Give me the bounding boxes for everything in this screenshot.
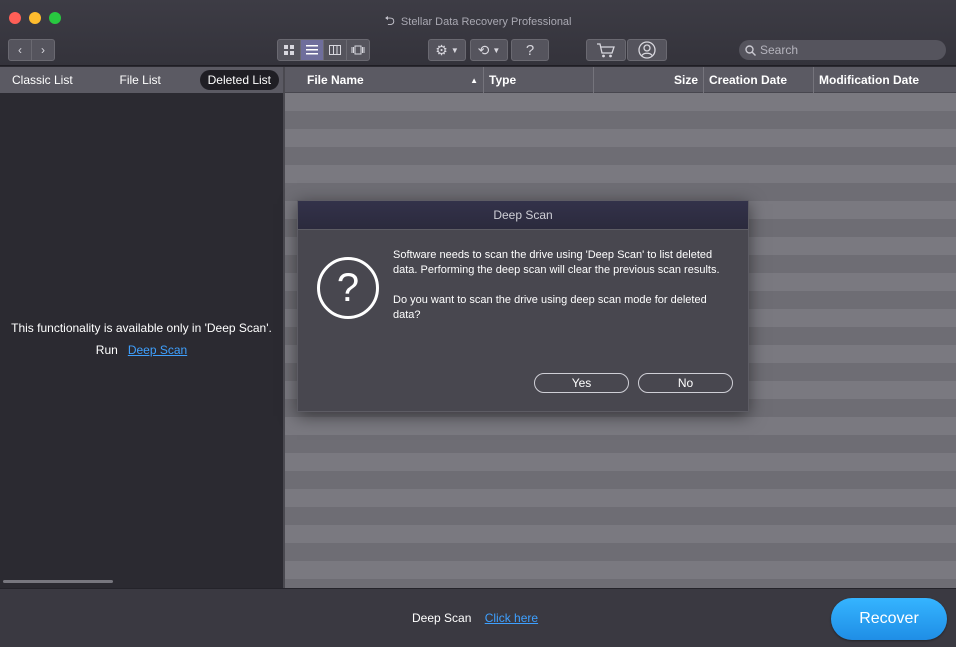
deep-scan-label: Deep Scan	[412, 611, 472, 625]
column-header-file-name[interactable]: File Name ▲	[285, 67, 484, 93]
search-box[interactable]	[739, 40, 946, 60]
title-bar: ⮌ Stellar Data Recovery Professional ‹ › …	[0, 0, 956, 66]
recover-button[interactable]: Recover	[831, 598, 947, 640]
tab-classic-list[interactable]: Classic List	[4, 70, 81, 90]
sort-ascending-icon: ▲	[470, 75, 478, 85]
table-row	[285, 435, 956, 453]
column-view-button[interactable]	[323, 39, 347, 61]
window-title: ⮌ Stellar Data Recovery Professional	[0, 12, 956, 34]
table-row	[285, 453, 956, 471]
icon-view-button[interactable]	[277, 39, 301, 61]
table-row	[285, 543, 956, 561]
table-row	[285, 507, 956, 525]
window-title-text: Stellar Data Recovery Professional	[400, 16, 572, 28]
table-row	[285, 183, 956, 201]
question-icon: ?	[317, 257, 379, 319]
dialog-title: Deep Scan	[298, 201, 748, 230]
run-line: Run Deep Scan	[0, 339, 283, 361]
search-icon	[745, 44, 756, 56]
history-icon: ⟲	[477, 41, 490, 58]
column-header-label: File Name	[307, 73, 364, 87]
help-icon: ?	[525, 41, 535, 59]
dialog-message: Software needs to scan the drive using '…	[393, 248, 733, 323]
deep-scan-prompt: Deep Scan Click here	[412, 611, 538, 625]
dropdown-caret-icon: ▼	[492, 45, 501, 55]
chevron-left-icon: ‹	[18, 43, 22, 57]
table-row	[285, 471, 956, 489]
run-label: Run	[95, 343, 118, 357]
history-button[interactable]: ⟲ ▼	[470, 39, 508, 61]
account-button[interactable]	[627, 39, 667, 61]
column-header-label: Type	[489, 73, 517, 87]
column-header-creation-date[interactable]: Creation Date	[704, 67, 814, 93]
left-tab-bar: Classic List File List Deleted List	[0, 67, 283, 93]
deep-scan-dialog: Deep Scan ? Software needs to scan the d…	[297, 200, 749, 412]
cart-icon	[597, 43, 615, 58]
help-button[interactable]: ?	[511, 39, 549, 61]
table-row	[285, 525, 956, 543]
column-header-modification-date[interactable]: Modification Date	[814, 67, 956, 93]
left-panel-scrollbar[interactable]	[3, 580, 113, 583]
table-row	[285, 489, 956, 507]
table-row	[285, 111, 956, 129]
dropdown-caret-icon: ▼	[450, 45, 459, 55]
nav-back-button[interactable]: ‹	[8, 39, 32, 61]
click-here-link[interactable]: Click here	[485, 611, 538, 625]
column-header-label: Creation Date	[709, 73, 788, 87]
table-row	[285, 417, 956, 435]
column-header-label: Modification Date	[819, 73, 920, 87]
column-header-label: Size	[673, 73, 698, 87]
search-input[interactable]	[760, 43, 940, 57]
tab-file-list[interactable]: File List	[111, 70, 168, 90]
column-header-size[interactable]: Size	[594, 67, 704, 93]
view-mode-switcher	[277, 39, 370, 61]
user-icon	[638, 41, 656, 59]
bottom-bar: Deep Scan Click here Recover	[0, 588, 956, 647]
gear-icon: ⚙	[435, 41, 448, 58]
nav-buttons: ‹ ›	[8, 39, 55, 61]
list-icon	[306, 45, 318, 55]
dialog-message-line-2: Do you want to scan the drive using deep…	[393, 294, 707, 321]
table-row	[285, 561, 956, 579]
grid-icon	[283, 44, 294, 55]
tab-deleted-list[interactable]: Deleted List	[199, 70, 279, 90]
coverflow-view-button[interactable]	[346, 39, 370, 61]
nav-forward-button[interactable]: ›	[31, 39, 55, 61]
dialog-message-line-1: Software needs to scan the drive using '…	[393, 249, 720, 276]
coverflow-icon	[351, 45, 365, 55]
availability-text: This functionality is available only in …	[11, 321, 272, 335]
deep-scan-required-message: This functionality is available only in …	[0, 317, 283, 361]
list-view-button[interactable]	[300, 39, 324, 61]
table-row	[285, 129, 956, 147]
table-row	[285, 147, 956, 165]
deep-scan-link[interactable]: Deep Scan	[128, 343, 187, 357]
columns-icon	[329, 45, 341, 55]
table-row	[285, 579, 956, 588]
settings-button[interactable]: ⚙ ▼	[428, 39, 466, 61]
cart-button[interactable]	[586, 39, 626, 61]
column-header-type[interactable]: Type	[484, 67, 594, 93]
yes-button[interactable]: Yes	[534, 373, 629, 393]
no-button[interactable]: No	[638, 373, 733, 393]
table-row	[285, 93, 956, 111]
back-arrow-icon: ⮌	[384, 13, 395, 28]
left-panel: Classic List File List Deleted List This…	[0, 67, 283, 588]
chevron-right-icon: ›	[41, 43, 45, 57]
table-header: File Name ▲ Type Size Creation Date Modi…	[285, 67, 956, 93]
table-row	[285, 165, 956, 183]
